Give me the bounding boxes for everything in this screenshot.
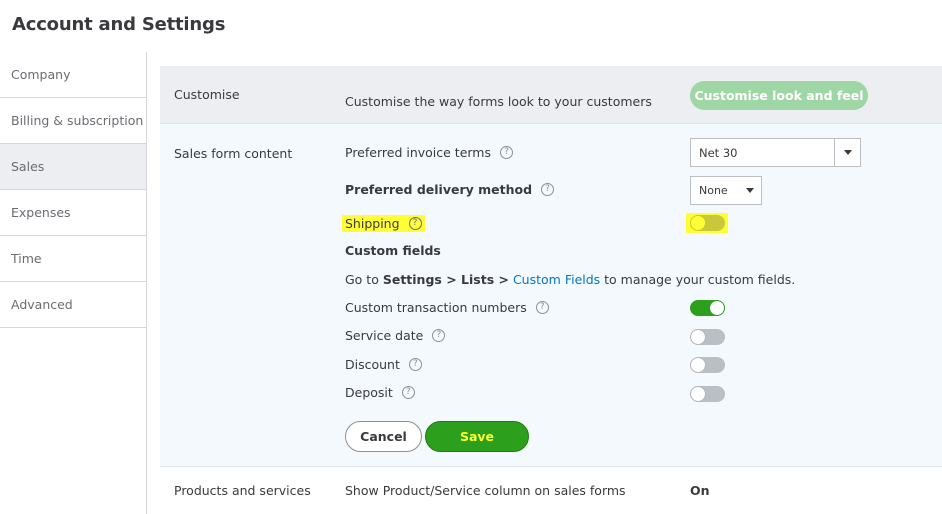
deposit-row: Deposit ? (345, 385, 415, 400)
help-icon[interactable]: ? (535, 301, 549, 314)
help-icon[interactable]: ? (500, 146, 513, 159)
invoice-terms-select[interactable]: Net 30 (690, 138, 861, 167)
help-icon[interactable]: ? (401, 386, 415, 399)
service-date-label: Service date (345, 328, 424, 343)
custom-fields-desc-suffix: to manage your custom fields. (600, 272, 796, 287)
products-title: Products and services (174, 483, 311, 498)
show-product-column-value: On (690, 483, 710, 498)
sidebar-item-advanced[interactable]: Advanced (0, 282, 146, 328)
settings-content: Customise Customise the way forms look t… (160, 52, 942, 514)
shipping-highlight: Shipping ? (342, 215, 425, 232)
shipping-label: Shipping (345, 216, 400, 231)
caret-down-icon[interactable] (739, 188, 761, 193)
custom-transaction-numbers-row: Custom transaction numbers ? (345, 300, 549, 315)
sidebar-item-time[interactable]: Time (0, 236, 146, 282)
shipping-row: Shipping ? (342, 215, 425, 232)
settings-sidebar: Company Billing & subscription Sales Exp… (0, 52, 147, 514)
delivery-method-label: Preferred delivery method (345, 182, 533, 197)
invoice-terms-value: Net 30 (699, 145, 738, 160)
custom-transaction-numbers-toggle[interactable] (690, 300, 725, 316)
discount-row: Discount ? (345, 357, 422, 372)
toggle-knob (691, 330, 705, 344)
sidebar-item-company[interactable]: Company (0, 52, 146, 98)
customise-title: Customise (174, 87, 240, 102)
help-icon[interactable]: ? (541, 183, 555, 196)
page-title: Account and Settings (12, 14, 226, 35)
discount-label: Discount (345, 357, 400, 372)
custom-fields-heading: Custom fields (345, 243, 441, 258)
toggle-knob (691, 358, 705, 372)
delivery-method-value: None (699, 184, 728, 197)
products-and-services-section[interactable]: Products and services Show Product/Servi… (160, 466, 942, 514)
service-date-row: Service date ? (345, 328, 446, 343)
custom-fields-desc-prefix: Go to (345, 272, 383, 287)
cancel-button[interactable]: Cancel (345, 421, 422, 452)
delivery-method-row: Preferred delivery method ? (345, 182, 555, 197)
toggle-knob (691, 387, 705, 401)
deposit-toggle[interactable] (690, 386, 725, 402)
toggle-knob (710, 301, 724, 315)
customise-section[interactable]: Customise Customise the way forms look t… (160, 66, 942, 124)
help-icon[interactable]: ? (408, 358, 422, 371)
delivery-method-select[interactable]: None (690, 176, 762, 205)
discount-toggle[interactable] (690, 357, 725, 373)
caret-down-icon[interactable] (834, 139, 860, 166)
customise-description: Customise the way forms look to your cus… (345, 94, 652, 109)
sidebar-item-billing[interactable]: Billing & subscription (0, 98, 146, 144)
customise-look-and-feel-button[interactable]: Customise look and feel (690, 81, 868, 110)
help-icon[interactable]: ? (408, 217, 422, 230)
sales-form-content-section: Sales form content Preferred invoice ter… (160, 124, 942, 466)
service-date-toggle[interactable] (690, 329, 725, 345)
invoice-terms-row: Preferred invoice terms ? (345, 145, 513, 160)
sidebar-item-sales[interactable]: Sales (0, 144, 146, 190)
save-button[interactable]: Save (425, 421, 529, 452)
custom-fields-desc-path: Settings > Lists > (382, 272, 509, 287)
deposit-label: Deposit (345, 385, 393, 400)
custom-transaction-numbers-label: Custom transaction numbers (345, 300, 527, 315)
help-icon[interactable]: ? (432, 329, 446, 342)
invoice-terms-label: Preferred invoice terms (345, 145, 491, 160)
custom-fields-link[interactable]: Custom Fields (513, 272, 600, 287)
sidebar-item-expenses[interactable]: Expenses (0, 190, 146, 236)
custom-fields-description: Go to Settings > Lists > Custom Fields t… (345, 272, 795, 287)
toggle-knob (691, 216, 705, 230)
sales-form-title: Sales form content (174, 146, 293, 161)
shipping-toggle[interactable] (690, 215, 725, 231)
show-product-column-label: Show Product/Service column on sales for… (345, 483, 626, 498)
